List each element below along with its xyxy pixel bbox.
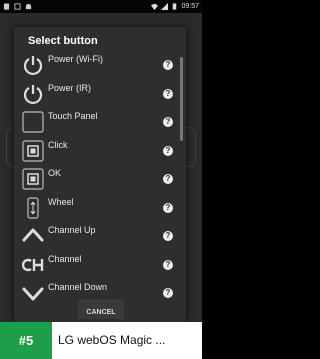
help-icon[interactable]: ? bbox=[163, 288, 173, 299]
notification-icon bbox=[14, 3, 21, 10]
list-item-channel-up[interactable]: Channel Up ? bbox=[14, 222, 186, 251]
help-icon[interactable]: ? bbox=[163, 117, 173, 128]
android-icon bbox=[25, 3, 32, 10]
help-icon[interactable]: ? bbox=[163, 60, 173, 71]
wheel-icon bbox=[22, 197, 44, 219]
app-title[interactable]: LG webOS Magic ... bbox=[58, 333, 165, 347]
status-time: 09:57 bbox=[181, 3, 199, 10]
dialog-title: Select button bbox=[28, 35, 98, 47]
list-item-channel[interactable]: Channel ? bbox=[14, 251, 186, 280]
item-label: OK bbox=[48, 168, 62, 178]
chevron-up-icon bbox=[22, 225, 44, 247]
app-screen: 09:57 Select button Power (Wi-Fi) ? Powe… bbox=[0, 0, 202, 322]
help-icon[interactable]: ? bbox=[163, 202, 173, 213]
select-button-dialog: Select button Power (Wi-Fi) ? Power (IR)… bbox=[14, 27, 186, 322]
click-icon bbox=[22, 140, 44, 162]
list-item-ok[interactable]: OK ? bbox=[14, 165, 186, 194]
item-label: Touch Panel bbox=[48, 111, 98, 121]
ok-icon bbox=[22, 168, 44, 190]
help-icon[interactable]: ? bbox=[163, 231, 173, 242]
item-label: Channel Down bbox=[48, 282, 108, 292]
status-bar: 09:57 bbox=[0, 0, 202, 13]
list-item-wheel[interactable]: Wheel ? bbox=[14, 194, 186, 223]
button-list: Power (Wi-Fi) ? Power (IR) ? Touch Panel… bbox=[14, 51, 186, 308]
item-label: Power (Wi-Fi) bbox=[48, 54, 103, 64]
cancel-button[interactable]: CANCEL bbox=[78, 299, 124, 319]
help-icon[interactable]: ? bbox=[163, 145, 173, 156]
help-icon[interactable]: ? bbox=[163, 174, 173, 185]
item-label: Click bbox=[48, 139, 68, 150]
power-icon bbox=[22, 83, 44, 105]
channel-icon bbox=[22, 254, 44, 276]
list-item-power-wifi[interactable]: Power (Wi-Fi) ? bbox=[14, 51, 186, 80]
list-item-click[interactable]: Click ? bbox=[14, 137, 186, 166]
signal-icon bbox=[161, 3, 169, 10]
chevron-down-icon bbox=[22, 282, 44, 304]
battery-icon bbox=[173, 3, 177, 10]
item-label: Power (IR) bbox=[48, 82, 92, 93]
power-icon bbox=[22, 54, 44, 76]
sim-card-icon bbox=[3, 3, 10, 10]
help-icon[interactable]: ? bbox=[163, 259, 173, 270]
list-item-power-ir[interactable]: Power (IR) ? bbox=[14, 80, 186, 109]
item-label: Channel Up bbox=[48, 225, 96, 235]
list-item-touch-panel[interactable]: Touch Panel ? bbox=[14, 108, 186, 137]
item-label: Channel bbox=[48, 253, 82, 264]
wifi-icon bbox=[151, 3, 159, 10]
item-label: Wheel bbox=[48, 196, 74, 207]
touch-panel-icon bbox=[22, 111, 44, 133]
rank-badge: #5 bbox=[0, 322, 52, 359]
help-icon[interactable]: ? bbox=[163, 88, 173, 99]
app-rank-banner: #5 LG webOS Magic ... bbox=[0, 322, 202, 359]
scrollbar[interactable] bbox=[180, 57, 183, 141]
